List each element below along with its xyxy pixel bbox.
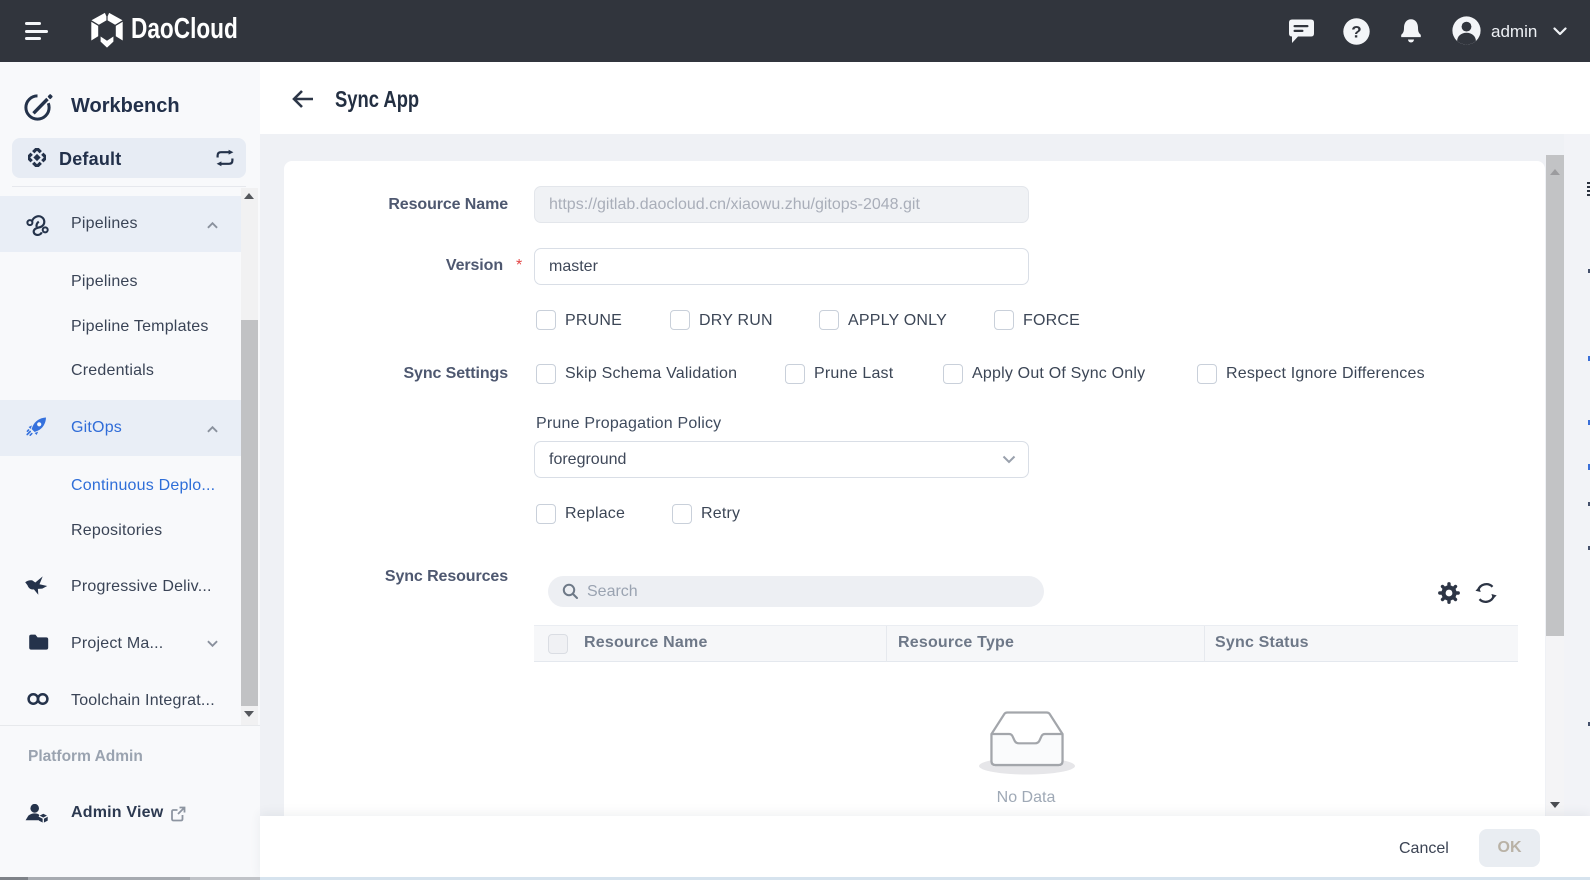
- svg-text:?: ?: [1351, 23, 1361, 42]
